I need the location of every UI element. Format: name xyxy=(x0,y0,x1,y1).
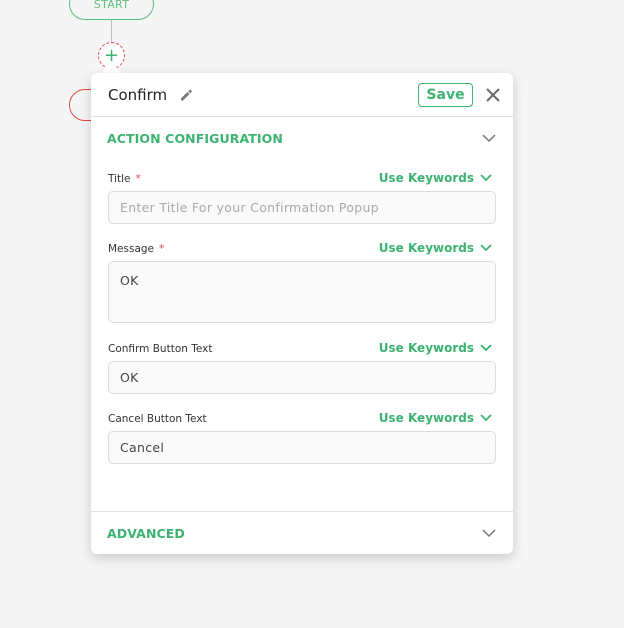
use-keywords-button[interactable]: Use Keywords xyxy=(379,411,492,425)
section-title: ACTION CONFIGURATION xyxy=(107,130,283,146)
start-node[interactable]: START xyxy=(69,0,154,20)
chevron-down-icon xyxy=(480,344,492,352)
required-marker: * xyxy=(135,173,141,185)
title-input[interactable]: Enter Title For your Confirmation Popup xyxy=(108,191,496,224)
use-keywords-button[interactable]: Use Keywords xyxy=(379,341,492,355)
use-keywords-button[interactable]: Use Keywords xyxy=(379,171,492,185)
panel-title: Confirm xyxy=(108,85,168,104)
save-button[interactable]: Save xyxy=(418,82,473,107)
section-action-configuration[interactable]: ACTION CONFIGURATION xyxy=(91,117,513,159)
chevron-down-icon xyxy=(482,528,496,538)
section-title: ADVANCED xyxy=(107,525,185,541)
cancel-button-text-label: Cancel Button Text xyxy=(108,413,207,425)
start-node-label: START xyxy=(93,0,130,11)
use-keywords-button[interactable]: Use Keywords xyxy=(379,241,492,255)
pencil-icon[interactable] xyxy=(179,88,193,102)
panel-header: Confirm Save xyxy=(91,73,513,117)
chevron-down-icon xyxy=(480,244,492,252)
cancel-button-text-field: Cancel Button Text Use Keywords Cancel xyxy=(91,411,513,464)
required-marker: * xyxy=(159,243,165,255)
confirm-button-text-input[interactable]: OK xyxy=(108,361,496,394)
chevron-down-icon xyxy=(480,414,492,422)
title-label: Title * xyxy=(108,173,141,185)
close-icon[interactable] xyxy=(485,87,501,103)
confirm-button-text-field: Confirm Button Text Use Keywords OK xyxy=(91,341,513,394)
title-field: Title * Use Keywords Enter Title For your… xyxy=(91,161,513,224)
cancel-button-text-input[interactable]: Cancel xyxy=(108,431,496,464)
message-field: Message * Use Keywords OK xyxy=(91,241,513,323)
flow-connector xyxy=(111,20,112,42)
message-textarea[interactable]: OK xyxy=(108,261,496,323)
message-label: Message * xyxy=(108,243,165,255)
confirm-action-panel: Confirm Save ACTION CONFIGURATION Title *… xyxy=(91,73,513,554)
chevron-down-icon xyxy=(480,174,492,182)
chevron-up-icon xyxy=(482,133,496,143)
confirm-button-text-label: Confirm Button Text xyxy=(108,343,213,355)
section-advanced[interactable]: ADVANCED xyxy=(91,512,513,554)
